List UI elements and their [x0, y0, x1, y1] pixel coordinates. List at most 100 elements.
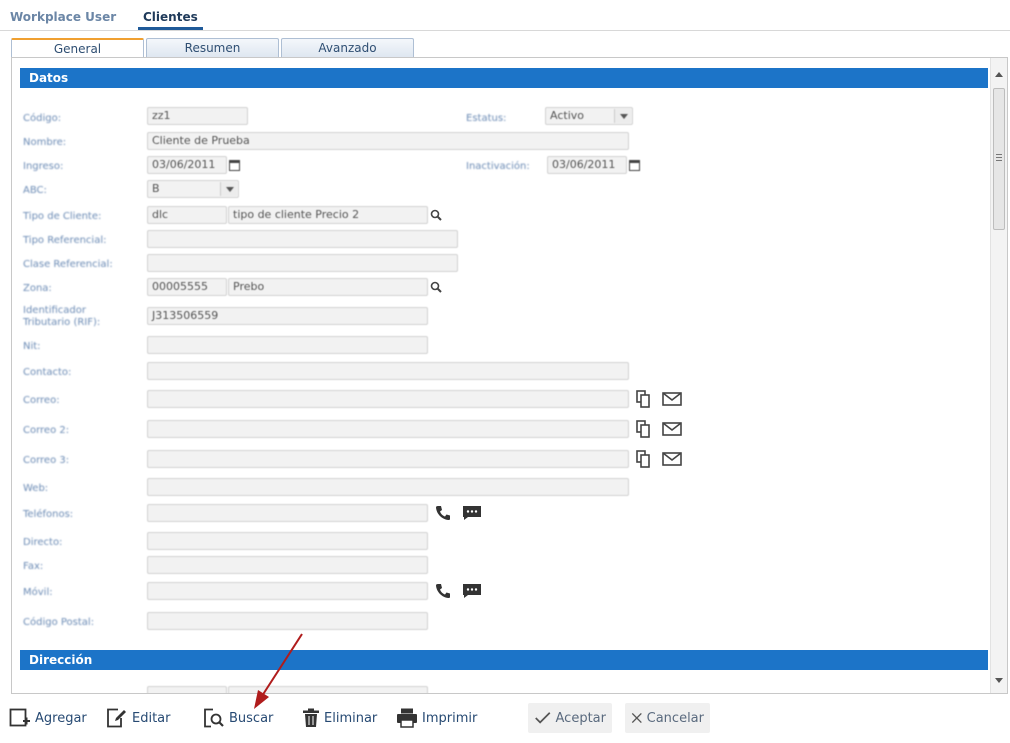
cancelar-button[interactable]: Cancelar [625, 703, 710, 733]
correo-input[interactable] [147, 390, 629, 408]
rif-input[interactable]: J313506559 [147, 307, 428, 325]
label-tributario-rif: Tributario (RIF): [23, 317, 101, 328]
subtab-resumen[interactable]: Resumen [146, 38, 279, 58]
codigo-postal-input[interactable] [147, 612, 428, 630]
codigo-input[interactable]: zz1 [147, 107, 248, 125]
sms-icon[interactable] [461, 503, 483, 523]
label-inactivacion: Inactivación: [466, 161, 530, 172]
label-correo: Correo: [23, 395, 60, 406]
imprimir-label: Imprimir [422, 710, 478, 726]
label-correo2: Correo 2: [23, 425, 70, 436]
search-icon[interactable] [426, 205, 446, 225]
calendar-icon[interactable] [629, 160, 640, 171]
mail-icon[interactable] [661, 419, 683, 439]
eliminar-button[interactable]: Eliminar [302, 703, 377, 733]
fax-input[interactable] [147, 556, 428, 574]
label-tipo-cliente: Tipo de Cliente: [23, 211, 102, 222]
abc-value: B [152, 182, 160, 195]
sms-icon[interactable] [461, 581, 483, 601]
printer-icon [397, 708, 417, 728]
direccion-desc-input [228, 686, 428, 693]
label-telefonos: Teléfonos: [23, 509, 74, 520]
form-scroll-area: Datos Código: Nombre: Ingreso: ABC: Tipo… [12, 58, 990, 693]
correo2-input[interactable] [147, 420, 629, 438]
aceptar-label: Aceptar [555, 710, 606, 726]
section-direccion: Dirección [20, 650, 988, 670]
telefonos-input[interactable] [147, 504, 428, 522]
label-clase-referencial: Clase Referencial: [23, 259, 113, 270]
scroll-up-icon[interactable] [995, 72, 1003, 77]
zona-desc-input: Prebo [228, 278, 428, 296]
aceptar-button[interactable]: Aceptar [528, 703, 612, 733]
label-directo: Directo: [23, 537, 63, 548]
direccion-code-input[interactable] [147, 686, 227, 693]
label-codigo-postal: Código Postal: [23, 617, 95, 628]
scroll-down-icon[interactable] [995, 678, 1003, 683]
nit-input[interactable] [147, 336, 428, 354]
nombre-input[interactable]: Cliente de Prueba [147, 132, 629, 150]
cancelar-label: Cancelar [646, 710, 704, 726]
search-icon[interactable] [426, 277, 446, 297]
tab-clientes[interactable]: Clientes [138, 10, 203, 30]
tab-workplace-user[interactable]: Workplace User [10, 10, 116, 24]
label-movil: Móvil: [23, 587, 53, 598]
abc-select[interactable]: B [147, 180, 239, 198]
buscar-button[interactable]: Buscar [203, 703, 273, 733]
subtab-general[interactable]: General [11, 38, 144, 58]
label-estatus: Estatus: [466, 113, 507, 124]
editar-button[interactable]: Editar [106, 703, 171, 733]
label-identificador: Identificador [23, 305, 86, 316]
tipo-cliente-code-input[interactable]: dlc [147, 206, 227, 224]
label-codigo: Código: [23, 113, 62, 124]
mail-icon[interactable] [661, 389, 683, 409]
copy-icon[interactable] [632, 449, 654, 469]
check-icon [535, 712, 551, 724]
vertical-scrollbar[interactable] [990, 58, 1007, 693]
subtab-avanzado[interactable]: Avanzado [281, 38, 414, 58]
scroll-thumb[interactable] [993, 88, 1005, 230]
phone-icon[interactable] [432, 503, 454, 523]
label-correo3: Correo 3: [23, 455, 70, 466]
form-panel: Datos Código: Nombre: Ingreso: ABC: Tipo… [11, 57, 1008, 694]
grip-icon [996, 154, 1002, 161]
mail-icon[interactable] [661, 449, 683, 469]
calendar-icon[interactable] [229, 160, 240, 171]
movil-input[interactable] [147, 582, 428, 600]
agregar-label: Agregar [35, 710, 87, 726]
add-icon [9, 708, 30, 727]
inactivacion-input[interactable]: 03/06/2011 [547, 156, 627, 174]
web-input[interactable] [147, 478, 629, 496]
estatus-select[interactable]: Activo [545, 107, 633, 125]
imprimir-button[interactable]: Imprimir [396, 703, 477, 733]
editar-label: Editar [132, 710, 171, 726]
copy-icon[interactable] [632, 419, 654, 439]
label-abc: ABC: [23, 185, 47, 196]
trash-icon [303, 708, 319, 727]
tipo-referencial-input[interactable] [147, 230, 458, 248]
directo-input[interactable] [147, 532, 428, 550]
action-toolbar: Agregar Editar Buscar Eliminar Imprimir … [0, 700, 1010, 738]
clase-referencial-input[interactable] [147, 254, 458, 272]
estatus-value: Activo [550, 109, 584, 122]
zona-code-input[interactable]: 00005555 [147, 278, 227, 296]
label-zona: Zona: [23, 283, 52, 294]
edit-icon [107, 708, 126, 728]
label-ingreso: Ingreso: [23, 161, 64, 172]
label-nit: Nit: [23, 341, 41, 352]
x-icon [631, 713, 642, 723]
ingreso-input[interactable]: 03/06/2011 [147, 156, 227, 174]
phone-icon[interactable] [432, 581, 454, 601]
section-datos: Datos [20, 68, 988, 88]
label-fax: Fax: [23, 561, 44, 572]
copy-icon[interactable] [632, 389, 654, 409]
label-web: Web: [23, 483, 49, 494]
correo3-input[interactable] [147, 450, 629, 468]
agregar-button[interactable]: Agregar [9, 703, 87, 733]
label-tipo-referencial: Tipo Referencial: [23, 235, 107, 246]
app-tab-bar: Workplace User Clientes [0, 0, 1010, 31]
label-nombre: Nombre: [23, 137, 67, 148]
chevron-down-icon [614, 109, 631, 123]
search-doc-icon [204, 708, 224, 728]
buscar-label: Buscar [229, 710, 274, 726]
contacto-input[interactable] [147, 362, 629, 380]
